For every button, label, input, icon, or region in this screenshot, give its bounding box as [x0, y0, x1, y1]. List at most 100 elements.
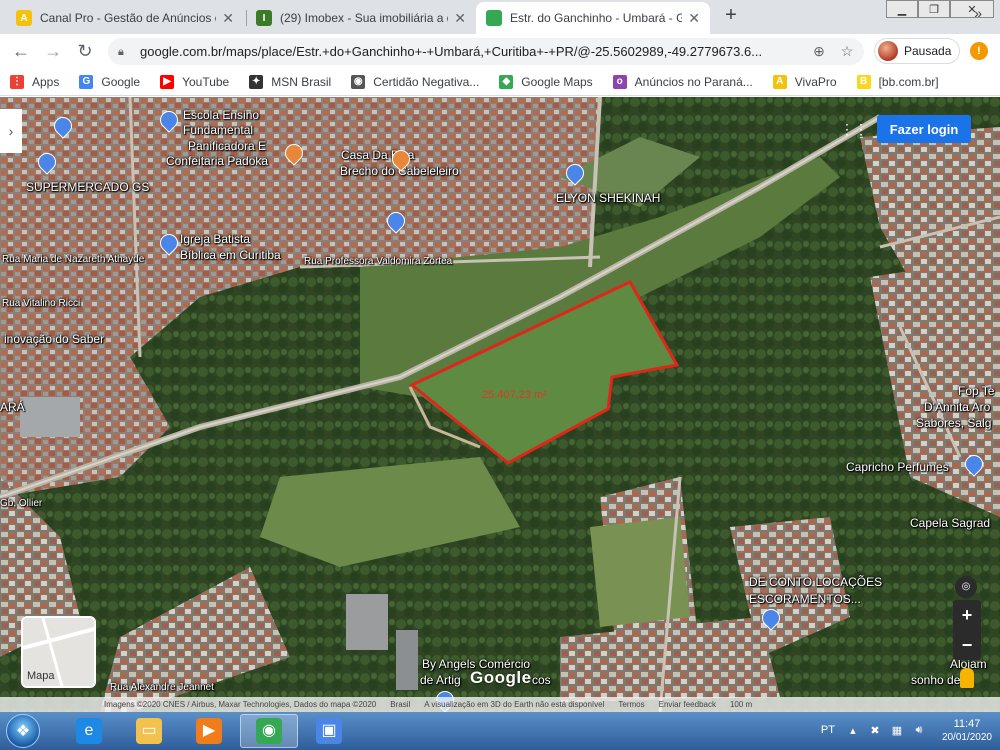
bookmarks-overflow-icon[interactable]: » — [974, 5, 982, 21]
place-label[interactable]: Capricho Perfumes — [846, 461, 949, 474]
url-text[interactable]: google.com.br/maps/place/Estr.+do+Ganchi… — [140, 44, 808, 59]
google-icon: G — [79, 74, 94, 89]
language-indicator[interactable]: PT — [818, 724, 838, 738]
google-apps-grid-icon[interactable]: ⋮⋮ — [840, 121, 868, 137]
browser-menu-update-icon[interactable]: ! — [970, 42, 988, 60]
imobex-icon: I — [256, 10, 272, 26]
volume-icon[interactable]: 🔊︎ — [912, 724, 926, 738]
place-label[interactable]: de Artig — [420, 674, 461, 687]
media-player-icon: ▶ — [196, 718, 222, 744]
place-label[interactable]: ELYON SHEKINAH — [556, 192, 660, 205]
windows-start-button[interactable]: ❖ — [6, 714, 40, 748]
remote-desktop-taskbar-button[interactable]: ▣ — [300, 714, 358, 748]
zoom-out-button[interactable]: − — [953, 630, 981, 660]
bookmark-label: Google Maps — [521, 74, 593, 89]
compass-icon[interactable]: ◎ — [955, 576, 977, 598]
place-label[interactable]: Sabores, Salg — [916, 417, 991, 430]
zoom-controls: + − — [953, 600, 981, 660]
google-maps-icon: ◆ — [499, 74, 514, 89]
bookmarks-bar: ⋮ Apps G Google ▶ YouTube ✦ MSN Brasil ◉ Certidão… — [0, 68, 1000, 96]
bookmark-google[interactable]: G Google — [79, 74, 140, 89]
zoom-in-button[interactable]: + — [953, 600, 981, 630]
vivapro-icon: A — [772, 74, 787, 89]
canal-pro-icon: A — [16, 10, 32, 26]
place-label[interactable]: inovação do Saber — [4, 333, 104, 346]
bookmark-vivapro[interactable]: A VivaPro — [772, 74, 837, 89]
browser-toolbar: ← → ↻ 🔒︎ google.com.br/maps/place/Estr.+… — [0, 34, 1000, 68]
place-label[interactable]: Fundamental — [183, 124, 253, 137]
place-label[interactable]: Escola Ensino — [183, 109, 259, 122]
close-icon[interactable]: ✕ — [222, 10, 234, 27]
place-label[interactable]: Panificadora E — [188, 140, 266, 153]
place-label[interactable]: cos — [532, 674, 551, 687]
bookmark-an-ncios-no-paran[interactable]: o Anúncios no Paraná... — [612, 74, 753, 89]
sign-in-button[interactable]: Fazer login — [877, 115, 971, 143]
windows-taskbar: ❖ e ▭ ▶ ◉ ▣ PT ▴ ✖ ▦ 🔊︎ 11:47 20/01/2020 — [0, 712, 1000, 750]
tray-expand-icon[interactable]: ▴ — [846, 724, 860, 738]
attribution-item[interactable]: Enviar feedback — [659, 700, 716, 709]
profile-button[interactable]: Pausada — [874, 38, 960, 64]
bookmark-apps[interactable]: ⋮ Apps — [10, 74, 60, 89]
bookmark-label: MSN Brasil — [271, 74, 332, 89]
attribution-item[interactable]: Termos — [618, 700, 644, 709]
place-label[interactable]: Fop Te — [958, 385, 994, 398]
place-label[interactable]: Bíblica em Curitiba — [180, 249, 281, 262]
chrome-icon: ◉ — [256, 718, 282, 744]
msn-icon: ✦ — [249, 74, 264, 89]
bookmark-star-icon[interactable]: ☆ — [836, 43, 858, 60]
tab-google-maps[interactable]: Estr. do Ganchinho - Umbará - G ✕ — [476, 2, 710, 34]
street-label: Rua Alexandre Jeannet — [110, 682, 214, 693]
street-label: Rua Maria de Nazareth Athayde — [2, 254, 145, 265]
forward-arrow-icon[interactable]: → — [42, 40, 64, 62]
minimize-button[interactable]: ▁ — [886, 0, 918, 18]
close-icon[interactable]: ✕ — [454, 10, 466, 27]
place-label[interactable]: Confeitaria Padoka — [166, 155, 268, 168]
place-label[interactable]: DE CONTO LOCAÇÕES — [749, 576, 882, 589]
chrome-taskbar-button[interactable]: ◉ — [240, 714, 298, 748]
place-label[interactable]: Igreja Batista — [180, 233, 250, 246]
place-label[interactable]: D'Annita Aro — [924, 401, 990, 414]
file-explorer-taskbar-button[interactable]: ▭ — [120, 714, 178, 748]
bookmark-label: Apps — [32, 74, 60, 89]
bookmark-msn-brasil[interactable]: ✦ MSN Brasil — [249, 74, 332, 89]
lock-icon[interactable]: 🔒︎ — [118, 46, 130, 58]
taskbar-clock[interactable]: 11:47 20/01/2020 — [942, 717, 992, 745]
street-label: Rua Professora Valdomira Zortea — [304, 256, 453, 267]
map-layer-toggle[interactable]: Mapa — [21, 616, 96, 688]
window-close-button[interactable]: ✕ — [950, 0, 994, 18]
internet-explorer-icon: e — [76, 718, 102, 744]
place-label[interactable]: SUPERMERCADO GS — [26, 181, 149, 194]
bookmark-label: Certidão Negativa... — [373, 74, 480, 89]
location-target-icon[interactable]: ⊕ — [808, 43, 830, 60]
media-player-taskbar-button[interactable]: ▶ — [180, 714, 238, 748]
bookmark-google-maps[interactable]: ◆ Google Maps — [499, 74, 593, 89]
minimap-label: Mapa — [27, 670, 55, 682]
attribution-item: A visualização em 3D do Earth não está d… — [424, 700, 605, 709]
reload-icon[interactable]: ↻ — [74, 40, 96, 62]
internet-explorer-taskbar-button[interactable]: e — [60, 714, 118, 748]
network-error-icon[interactable]: ✖ — [868, 724, 882, 738]
maximize-button[interactable]: ❐ — [918, 0, 950, 18]
place-label[interactable]: ARÁ — [0, 401, 25, 414]
tab-canal-pro[interactable]: A Canal Pro - Gestão de Anúncios c ✕ — [6, 2, 244, 34]
bookmark-certid-o-negativa[interactable]: ◉ Certidão Negativa... — [351, 74, 480, 89]
tab-imobex[interactable]: I (29) Imobex - Sua imobiliária a q ✕ — [246, 2, 476, 34]
street-view-pegman-icon[interactable] — [960, 668, 974, 688]
network-icon[interactable]: ▦ — [890, 724, 904, 738]
area-measurement-label: 25.407,23 m² — [482, 389, 547, 401]
side-panel-toggle[interactable]: › — [0, 109, 22, 153]
clock-date: 20/01/2020 — [941, 732, 992, 743]
bookmark-label: Anúncios no Paraná... — [634, 74, 753, 89]
satellite-map[interactable]: › Escola Ensino Fundamental Panificadora E… — [0, 97, 1000, 712]
attribution-item[interactable]: 100 m — [730, 700, 752, 709]
place-label[interactable]: ESCORAMENTOS... — [749, 593, 861, 606]
close-icon[interactable]: ✕ — [688, 10, 700, 27]
back-arrow-icon[interactable]: ← — [10, 40, 32, 62]
bb-icon: B — [856, 74, 871, 89]
bookmark-bb-com-br[interactable]: B [bb.com.br] — [856, 74, 939, 89]
address-bar[interactable]: 🔒︎ google.com.br/maps/place/Estr.+do+Gan… — [108, 38, 864, 65]
bookmark-youtube[interactable]: ▶ YouTube — [160, 74, 230, 89]
bookmark-label: YouTube — [182, 74, 230, 89]
new-tab-button[interactable]: + — [720, 5, 742, 27]
place-label[interactable]: Capela Sagrad — [910, 517, 990, 530]
